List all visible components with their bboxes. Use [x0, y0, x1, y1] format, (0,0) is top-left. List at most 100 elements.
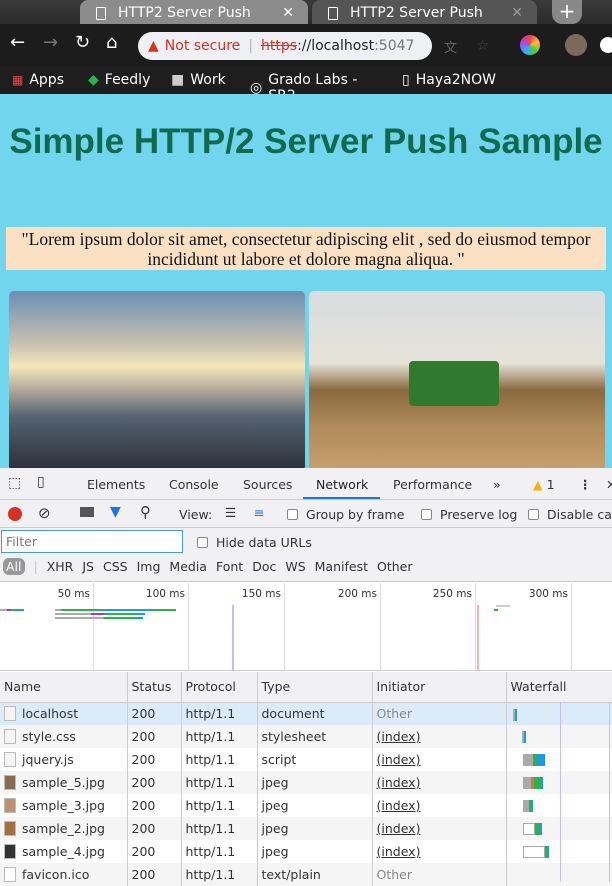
requests-table: Name Status Protocol Type Initiator Wate…	[0, 672, 612, 886]
request-initiator[interactable]: (index)	[372, 725, 507, 748]
request-initiator[interactable]: (index)	[372, 794, 507, 817]
request-name[interactable]: favicon.ico	[22, 867, 89, 882]
request-initiator[interactable]: (index)	[372, 771, 507, 794]
overview-bar	[55, 617, 143, 619]
table-row[interactable]: localhost 200 http/1.1 document Other	[0, 702, 612, 725]
column-protocol[interactable]: Protocol	[181, 672, 258, 703]
bookmark-work[interactable]: ■ Work	[171, 72, 226, 88]
timeline-overview[interactable]: 50 ms 100 ms 150 ms 200 ms 250 ms 300 ms	[0, 583, 612, 671]
profile-avatar[interactable]	[565, 34, 587, 56]
list-view-icon[interactable]: ☰	[225, 505, 236, 520]
filter-media[interactable]: Media	[169, 559, 207, 574]
tab-network[interactable]: Network	[316, 477, 368, 492]
tab-2[interactable]: HTTP2 Server Push ✕	[312, 0, 537, 26]
tab-console[interactable]: Console	[169, 477, 219, 492]
column-type[interactable]: Type	[257, 672, 373, 703]
url-host: ://localhost	[297, 38, 375, 54]
search-icon[interactable]: ⚲	[140, 503, 151, 521]
table-row[interactable]: sample_5.jpg 200 http/1.1 jpeg (index)	[0, 771, 612, 794]
inspect-icon[interactable]: ⬚	[8, 475, 21, 491]
menu-icon[interactable]	[600, 37, 612, 53]
home-icon[interactable]: ⌂	[106, 32, 117, 53]
preserve-log-checkbox[interactable]: Preserve log	[421, 507, 517, 522]
close-tab-icon[interactable]: ✕	[511, 5, 523, 21]
request-name[interactable]: jquery.js	[22, 752, 74, 767]
sunset-image	[9, 291, 305, 469]
filter-font[interactable]: Font	[216, 559, 243, 574]
tab-sources[interactable]: Sources	[243, 477, 292, 492]
waterfall-segment	[522, 823, 535, 835]
filter-js[interactable]: JS	[82, 559, 94, 574]
file-icon	[4, 867, 16, 882]
request-name[interactable]: localhost	[22, 706, 78, 721]
request-protocol: http/1.1	[181, 794, 258, 817]
translate-icon[interactable]: 文	[444, 37, 457, 56]
new-tab-button[interactable]: +	[552, 0, 582, 24]
request-name[interactable]: sample_5.jpg	[22, 775, 105, 790]
table-row[interactable]: jquery.js 200 http/1.1 script (index)	[0, 748, 612, 771]
filter-icon[interactable]: ▼	[110, 504, 121, 520]
screenshot-camera-icon[interactable]	[80, 507, 94, 517]
filter-manifest[interactable]: Manifest	[315, 559, 368, 574]
request-status: 200	[127, 840, 182, 863]
security-label[interactable]: Not secure	[165, 38, 241, 54]
file-icon	[4, 729, 16, 744]
request-name[interactable]: style.css	[22, 729, 76, 744]
request-status: 200	[127, 794, 182, 817]
warnings-badge[interactable]: ▲ 1	[533, 477, 555, 492]
request-name[interactable]: sample_3.jpg	[22, 798, 105, 813]
reload-icon[interactable]: ↻	[75, 32, 90, 53]
column-initiator[interactable]: Initiator	[372, 672, 507, 703]
request-name[interactable]: sample_4.jpg	[22, 844, 105, 859]
request-status: 200	[127, 817, 182, 840]
filter-ws[interactable]: WS	[285, 559, 305, 574]
load-line	[609, 702, 610, 882]
forward-icon[interactable]: →	[43, 32, 58, 53]
table-row[interactable]: sample_3.jpg 200 http/1.1 jpeg (index)	[0, 794, 612, 817]
record-button[interactable]	[8, 507, 22, 521]
devtools-tabbar: ⬚ ▯ Elements Console Sources Network Per…	[0, 468, 612, 500]
filter-xhr[interactable]: XHR	[47, 559, 74, 574]
request-initiator[interactable]: (index)	[372, 748, 507, 771]
table-row[interactable]: style.css 200 http/1.1 stylesheet (index…	[0, 725, 612, 748]
column-status[interactable]: Status	[127, 672, 182, 703]
disable-cache-checkbox[interactable]: Disable cache	[528, 507, 612, 522]
back-icon[interactable]: ←	[10, 32, 25, 53]
request-initiator: Other	[372, 702, 507, 725]
close-tab-icon[interactable]: ✕	[282, 5, 294, 21]
bookmark-apps[interactable]: ▦ Apps	[12, 72, 64, 88]
harvester-image	[309, 291, 605, 469]
filter-css[interactable]: CSS	[103, 559, 128, 574]
star-icon[interactable]: ☆	[476, 36, 489, 54]
waterfall-view-icon[interactable]: ≡	[254, 505, 264, 520]
column-name[interactable]: Name	[0, 672, 128, 703]
request-initiator[interactable]: (index)	[372, 840, 507, 863]
column-waterfall[interactable]: Waterfall	[506, 672, 612, 703]
request-name[interactable]: sample_2.jpg	[22, 821, 105, 836]
request-type: document	[257, 702, 373, 725]
more-tabs-icon[interactable]: »	[493, 477, 501, 492]
request-protocol: http/1.1	[181, 748, 258, 771]
filter-doc[interactable]: Doc	[252, 559, 276, 574]
extension-icon[interactable]	[520, 35, 540, 55]
close-devtools-icon[interactable]: ✕	[606, 477, 612, 492]
device-toggle-icon[interactable]: ▯	[37, 474, 45, 490]
filter-other[interactable]: Other	[377, 559, 413, 574]
tab-1[interactable]: HTTP2 Server Push ✕	[80, 0, 308, 26]
bookmark-haya2now[interactable]: ▯ Haya2NOW	[402, 72, 496, 88]
group-by-frame-checkbox[interactable]: Group by frame	[287, 507, 404, 522]
filter-all[interactable]: All	[3, 558, 25, 575]
hide-data-urls-checkbox[interactable]: Hide data URLs	[197, 535, 312, 550]
filter-input[interactable]	[1, 530, 183, 553]
tab-elements[interactable]: Elements	[87, 477, 145, 492]
request-initiator[interactable]: (index)	[372, 817, 507, 840]
table-row[interactable]: sample_4.jpg 200 http/1.1 jpeg (index)	[0, 840, 612, 863]
table-row[interactable]: favicon.ico 200 http/1.1 text/plain Othe…	[0, 863, 612, 886]
clear-icon[interactable]: ⊘	[38, 504, 51, 522]
address-bar[interactable]: ▲ Not secure | https://localhost:5047 文 …	[138, 32, 489, 60]
tab-performance[interactable]: Performance	[393, 477, 472, 492]
table-row[interactable]: sample_2.jpg 200 http/1.1 jpeg (index)	[0, 817, 612, 840]
bookmark-feedly[interactable]: ◆ Feedly	[88, 72, 150, 88]
kebab-menu-icon[interactable]: ⋮	[579, 477, 592, 492]
filter-img[interactable]: Img	[137, 559, 161, 574]
